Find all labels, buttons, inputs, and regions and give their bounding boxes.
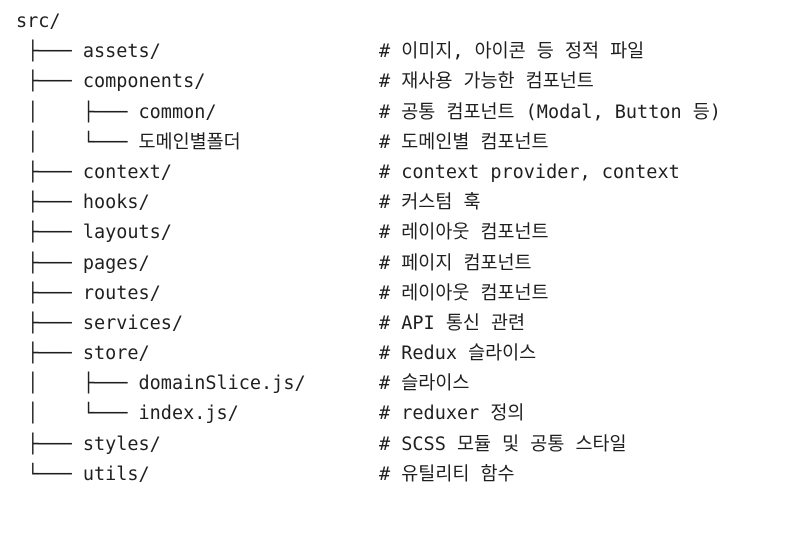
tree-entry: │ ├─── domainSlice.js/ [16, 369, 306, 399]
tree-entry: ├─── pages/ [16, 249, 150, 279]
tree-branch: ├─── [16, 282, 83, 304]
tree-entry: ├─── context/ [16, 158, 172, 188]
tree-branch: ├─── [16, 343, 83, 365]
tree-item-name: components/ [82, 71, 206, 93]
tree-item-comment: # 레이아웃 컴포넌트 [379, 282, 549, 304]
tree-branch: ├─── [16, 312, 83, 334]
tree-item-comment: # 공통 컴포넌트 (Modal, Button 등) [379, 101, 721, 123]
tree-item-name: pages/ [82, 252, 150, 274]
tree-branch: │ ├─── [16, 101, 139, 123]
tree-entry: │ └─── index.js/ [16, 399, 239, 429]
tree-branch: ├─── [16, 161, 83, 183]
tree-item-name: assets/ [82, 41, 161, 63]
tree-item-name: layouts/ [82, 222, 172, 244]
tree-entry: ├─── store/ [16, 339, 150, 369]
tree-item-comment: # Redux 슬라이스 [379, 343, 537, 365]
tree-entry: ├─── routes/ [16, 279, 161, 309]
tree-item-comment: # 커스텀 훅 [379, 192, 481, 214]
tree-item-name: domainSlice.js/ [138, 373, 306, 395]
tree-branch: │ └─── [16, 403, 139, 425]
tree-item-name: context/ [82, 161, 172, 183]
tree-branch: src/ [16, 11, 61, 32]
tree-branch: ├─── [16, 71, 83, 93]
tree-entry: ├─── layouts/ [16, 218, 172, 248]
tree-branch: └─── [16, 463, 83, 485]
tree-branch: ├─── [16, 222, 83, 244]
tree-branch: ├─── [16, 433, 83, 455]
tree-entry: └─── utils/ [16, 460, 150, 490]
tree-entry: │ ├─── common/ [16, 98, 217, 128]
tree-branch: │ └─── [16, 131, 139, 153]
tree-item-comment: # 이미지, 아이콘 등 정적 파일 [379, 41, 645, 63]
tree-item-comment: # 레이아웃 컴포넌트 [379, 222, 549, 244]
tree-branch: ├─── [16, 192, 83, 214]
tree-entry: src/ [16, 7, 61, 37]
tree-item-comment: # 유틸리티 함수 [379, 463, 515, 485]
tree-item-name: utils/ [82, 463, 150, 485]
tree-entry: ├─── assets/ [16, 37, 161, 67]
tree-item-comment: # 재사용 가능한 컴포넌트 [379, 71, 594, 93]
tree-branch: │ ├─── [16, 373, 139, 395]
tree-entry: │ └─── 도메인별폴더 [16, 128, 241, 158]
tree-entry: ├─── services/ [16, 309, 183, 339]
tree-item-comment: # context provider, context [379, 161, 680, 183]
tree-item-comment: # API 통신 관련 [379, 312, 526, 334]
tree-item-name: services/ [82, 312, 184, 334]
tree-entry: ├─── styles/ [16, 430, 161, 460]
tree-item-comment: # reduxer 정의 [379, 403, 525, 425]
tree-item-comment: # 도메인별 컴포넌트 [379, 131, 549, 153]
tree-branch: ├─── [16, 252, 83, 274]
tree-entry: ├─── components/ [16, 67, 205, 97]
tree-entry: ├─── hooks/ [16, 188, 150, 218]
tree-item-name: styles/ [82, 433, 161, 455]
tree-item-name: 도메인별폴더 [138, 131, 241, 153]
tree-item-name: routes/ [82, 282, 161, 304]
tree-item-name: hooks/ [82, 192, 150, 214]
tree-item-comment: # SCSS 모듈 및 공통 스타일 [379, 433, 627, 455]
tree-item-name: common/ [138, 101, 217, 123]
tree-item-comment: # 슬라이스 [379, 373, 470, 395]
tree-item-comment: # 페이지 컴포넌트 [379, 252, 532, 274]
tree-item-name: index.js/ [138, 403, 239, 425]
tree-branch: ├─── [16, 41, 83, 63]
tree-item-name: store/ [82, 343, 150, 365]
